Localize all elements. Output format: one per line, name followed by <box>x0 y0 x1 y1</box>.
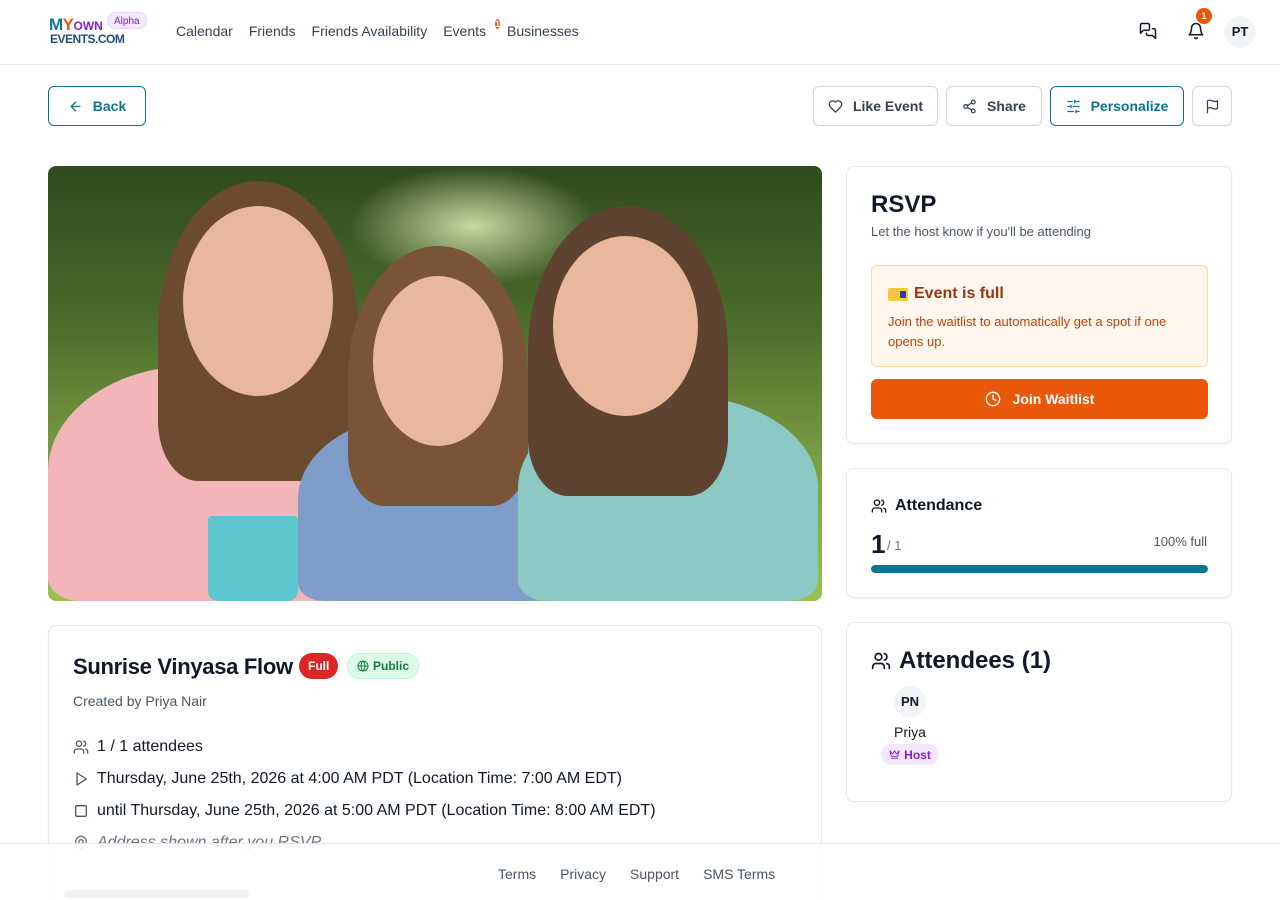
event-full-message: Join the waitlist to automatically get a… <box>888 314 1167 349</box>
created-by: Created by Priya Nair <box>73 693 207 709</box>
attendance-progress-bar <box>871 565 1208 573</box>
attendee-item[interactable]: PN Priya Host <box>877 686 943 765</box>
event-title: Sunrise Vinyasa Flow <box>73 654 293 679</box>
stop-icon <box>75 805 87 817</box>
public-badge-label: Public <box>373 659 410 673</box>
host-badge-label: Host <box>904 747 931 762</box>
like-event-button[interactable]: Like Event <box>813 86 938 126</box>
event-full-title-row: Event is full <box>888 285 1004 303</box>
flag-icon <box>1206 99 1218 113</box>
footer-link-sms-terms[interactable]: SMS Terms <box>703 866 775 882</box>
footer-links: Terms Privacy Support SMS Terms <box>498 866 775 882</box>
attendance-progress-fill <box>871 565 1208 573</box>
photo-cup <box>208 516 298 601</box>
personalize-label: Personalize <box>1090 98 1169 114</box>
messages-icon[interactable] <box>1139 22 1159 42</box>
footer-link-privacy[interactable]: Privacy <box>560 866 606 882</box>
nav-links: Calendar Friends Friends Availability Ev… <box>176 19 579 41</box>
personalize-button[interactable]: Personalize <box>1050 86 1184 126</box>
arrow-left-icon <box>70 101 81 111</box>
nav-link-friends-availability[interactable]: Friends Availability <box>312 23 428 41</box>
attendance-card: Attendance 1 / 1 100% full <box>846 468 1232 598</box>
notifications-bell-icon[interactable]: 1 <box>1187 8 1212 42</box>
user-avatar[interactable]: PT <box>1224 16 1256 48</box>
attendees-row: 1 / 1 attendees <box>73 738 203 756</box>
share-label: Share <box>987 98 1026 114</box>
nav-link-businesses[interactable]: Businesses <box>507 23 579 41</box>
footer-link-support[interactable]: Support <box>630 866 679 882</box>
users-icon <box>871 499 887 513</box>
event-full-alert: Event is full Join the waitlist to autom… <box>871 265 1208 367</box>
public-visibility-badge: Public <box>347 653 420 679</box>
like-event-label: Like Event <box>852 98 924 114</box>
event-full-title: Event is full <box>914 285 1004 302</box>
ticket-icon <box>888 287 908 301</box>
nav-link-events-label: Events <box>443 23 487 39</box>
clock-icon <box>985 391 1000 407</box>
photo-person-middle-face <box>373 276 503 446</box>
join-waitlist-button[interactable]: Join Waitlist <box>871 379 1208 419</box>
attendance-title: Attendance <box>895 497 983 514</box>
nav-link-calendar[interactable]: Calendar <box>176 23 233 41</box>
attendees-card: Attendees (1) PN Priya Host <box>846 622 1232 802</box>
footer-faded-bar <box>64 890 249 898</box>
back-button[interactable]: Back <box>48 86 146 126</box>
rsvp-title: RSVP <box>871 191 937 218</box>
logo-text-events: EVENTS.COM <box>50 32 125 46</box>
photo-person-left-face <box>183 206 333 396</box>
attendee-name: Priya <box>894 724 926 740</box>
nav-link-events[interactable]: Events 1 <box>443 19 501 41</box>
join-waitlist-label: Join Waitlist <box>1012 391 1095 407</box>
sliders-icon <box>1066 99 1080 113</box>
back-button-label: Back <box>92 98 127 114</box>
attendees-title: Attendees (1) <box>899 647 1052 674</box>
attendee-avatar: PN <box>894 686 926 718</box>
start-time-row: Thursday, June 25th, 2026 at 4:00 AM PDT… <box>73 770 622 788</box>
page-footer: Terms Privacy Support SMS Terms <box>0 843 1280 900</box>
attendance-capacity: / 1 <box>887 538 902 553</box>
event-cover-photo <box>48 166 822 601</box>
globe-icon <box>357 660 369 672</box>
events-count-badge: 1 <box>495 19 501 29</box>
host-badge: Host <box>881 744 939 765</box>
logo-text-own: OWN <box>73 19 103 33</box>
nav-link-friends[interactable]: Friends <box>249 23 296 41</box>
start-time-text: Thursday, June 25th, 2026 at 4:00 AM PDT… <box>97 770 623 787</box>
play-icon <box>76 772 87 786</box>
notifications-count-badge: 1 <box>1196 8 1212 24</box>
users-icon <box>73 740 89 754</box>
users-icon <box>871 652 891 670</box>
attendees-count-text: 1 / 1 attendees <box>97 738 203 755</box>
share-button[interactable]: Share <box>946 86 1042 126</box>
attendance-percent: 100% full <box>1153 534 1207 549</box>
attendance-header: Attendance <box>871 497 982 515</box>
photo-person-right-face <box>553 236 698 416</box>
share-icon <box>963 99 976 113</box>
report-flag-button[interactable] <box>1192 86 1232 126</box>
full-status-badge: Full <box>299 653 339 679</box>
attendees-header: Attendees (1) <box>871 647 1051 675</box>
alpha-badge: Alpha <box>107 12 147 29</box>
end-time-text: until Thursday, June 25th, 2026 at 5:00 … <box>97 802 656 819</box>
heart-icon <box>828 99 843 113</box>
crown-icon <box>889 750 900 759</box>
rsvp-card: RSVP Let the host know if you'll be atte… <box>846 166 1232 444</box>
attendance-count: 1 <box>871 529 886 559</box>
footer-link-terms[interactable]: Terms <box>498 866 536 882</box>
top-navigation: MYOWN EVENTS.COM Alpha Calendar Friends … <box>0 0 1280 65</box>
end-time-row: until Thursday, June 25th, 2026 at 5:00 … <box>73 802 656 820</box>
rsvp-subtitle: Let the host know if you'll be attending <box>871 224 1092 239</box>
